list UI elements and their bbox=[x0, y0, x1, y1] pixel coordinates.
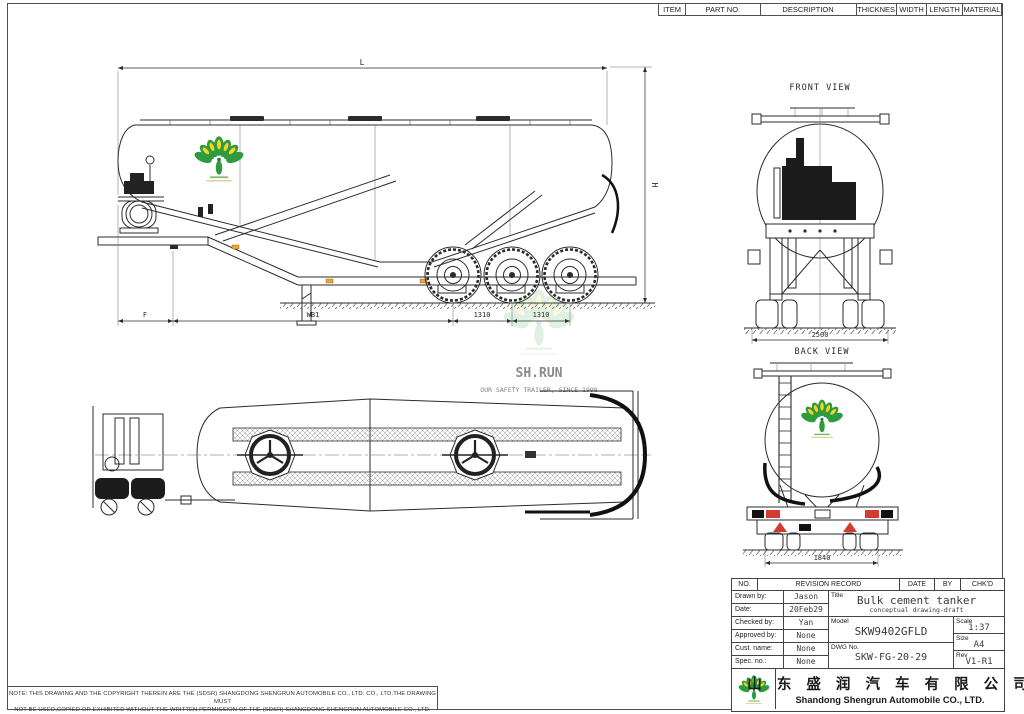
plan-outline bbox=[95, 399, 651, 511]
model-cell: Model SKW9402GFLD bbox=[829, 617, 954, 643]
tail-lamp-icon bbox=[766, 510, 780, 518]
kingpin bbox=[170, 245, 178, 249]
rev-col-no: NO. bbox=[732, 579, 758, 591]
manhole-hatch-icon bbox=[230, 116, 264, 121]
amber-marker-icon bbox=[326, 279, 333, 283]
cust-name-label: Cust. name: bbox=[732, 643, 784, 656]
date-value: 20Feb29 bbox=[784, 604, 829, 617]
col-width: WIDTH bbox=[897, 4, 928, 15]
size-cell: Size A4 bbox=[954, 634, 1004, 651]
spec-no-value: None bbox=[784, 656, 829, 669]
dim-WB1-label: WB1 bbox=[307, 311, 320, 319]
note-line-2: NOT BE USED,COPIED OR EXHIBITED WITHOUT … bbox=[8, 706, 437, 714]
rev-col-chkd: CHK'D bbox=[961, 579, 1004, 591]
company-name-cn: 山 东 盛 润 汽 车 有 限 公 司 bbox=[747, 673, 1024, 694]
back-view: BACK VIEW bbox=[735, 345, 910, 580]
col-material: MATERIAL bbox=[963, 4, 1002, 15]
spec-no-label: Spec. no.: bbox=[732, 656, 784, 669]
checked-by-value: Yan bbox=[784, 617, 829, 630]
dim-L-label: L bbox=[360, 58, 365, 67]
drawn-by-value: Jason bbox=[784, 591, 829, 604]
scale-cell: Scale 1:37 bbox=[954, 617, 1004, 634]
drawn-by-label: Drawn by: bbox=[732, 591, 784, 604]
title-cell: Title Bulk cement tanker conceptual draw… bbox=[829, 591, 1004, 617]
back-view-label: BACK VIEW bbox=[794, 347, 849, 357]
amber-marker-icon bbox=[232, 245, 239, 249]
size-label: Size bbox=[956, 635, 969, 642]
col-item: ITEM bbox=[659, 4, 686, 15]
rev-col-by: BY bbox=[935, 579, 961, 591]
approved-by-label: Approved by: bbox=[732, 630, 784, 643]
company-name-en: Shandong Shengrun Automobile CO., LTD. bbox=[795, 695, 984, 705]
manhole-hatch-icon bbox=[348, 116, 382, 121]
copyright-note: NOTE: THIS DRAWING AND THE COPYRIGHT THE… bbox=[7, 686, 438, 710]
company-name-cell: 山 东 盛 润 汽 车 有 限 公 司 Shandong Shengrun Au… bbox=[776, 669, 1004, 709]
note-line-1: NOTE: THIS DRAWING AND THE COPYRIGHT THE… bbox=[8, 690, 437, 706]
watermark-logo-icon bbox=[501, 290, 576, 355]
top-view bbox=[85, 388, 660, 528]
front-view: FRONT VIEW bbox=[730, 78, 910, 345]
dwg-cell: DWG No. SKW-FG-20-29 bbox=[829, 643, 954, 669]
rear-bumper bbox=[747, 507, 898, 550]
watermark-tagline: OUR SAFETY TRAILER, SINCE 1998 bbox=[480, 386, 597, 394]
col-description: DESCRIPTION bbox=[761, 4, 857, 15]
checked-by-label: Checked by: bbox=[732, 617, 784, 630]
date-label: Date: bbox=[732, 604, 784, 617]
dim-2500-label: 2500 bbox=[812, 331, 829, 339]
watermark: SH.RUN OUR SAFETY TRAILER, SINCE 1998 bbox=[440, 280, 640, 400]
rev-col-date: DATE bbox=[900, 579, 935, 591]
parts-table-header: ITEM PART NO. DESCRIPTION THICKNES WIDTH… bbox=[658, 3, 1003, 16]
title-block: NO. REVISION RECORD DATE BY CHK'D Drawn … bbox=[731, 578, 1005, 712]
watermark-brand: SH.RUN bbox=[516, 366, 563, 381]
approved-by-value: None bbox=[784, 630, 829, 643]
col-thicknes: THICKNES bbox=[857, 4, 897, 15]
rev-label: Rev bbox=[956, 652, 968, 659]
rev-cell: Rev V1-R1 bbox=[954, 651, 1004, 669]
drawing-subtitle: conceptual drawing-draft bbox=[870, 606, 964, 614]
shengrun-logo-icon bbox=[800, 400, 844, 438]
dwg-label: DWG No. bbox=[831, 644, 859, 651]
scale-label: Scale bbox=[956, 618, 972, 625]
front-view-label: FRONT VIEW bbox=[789, 83, 850, 93]
cust-name-value: None bbox=[784, 643, 829, 656]
tail-lamp-icon bbox=[865, 510, 879, 518]
model-label: Model bbox=[831, 618, 849, 625]
rev-col-record: REVISION RECORD bbox=[758, 579, 900, 591]
dim-H-label: H bbox=[650, 183, 659, 188]
col-length: LENGTH bbox=[927, 4, 962, 15]
dim-1840-label: 1840 bbox=[814, 554, 831, 562]
manhole-hatch-icon bbox=[476, 116, 510, 121]
rear-hoses bbox=[765, 463, 880, 504]
dim-F-label: F bbox=[143, 311, 147, 319]
title-label: Title bbox=[831, 592, 843, 599]
height-dimension: H bbox=[610, 67, 659, 303]
col-part-no: PART NO. bbox=[686, 4, 761, 15]
